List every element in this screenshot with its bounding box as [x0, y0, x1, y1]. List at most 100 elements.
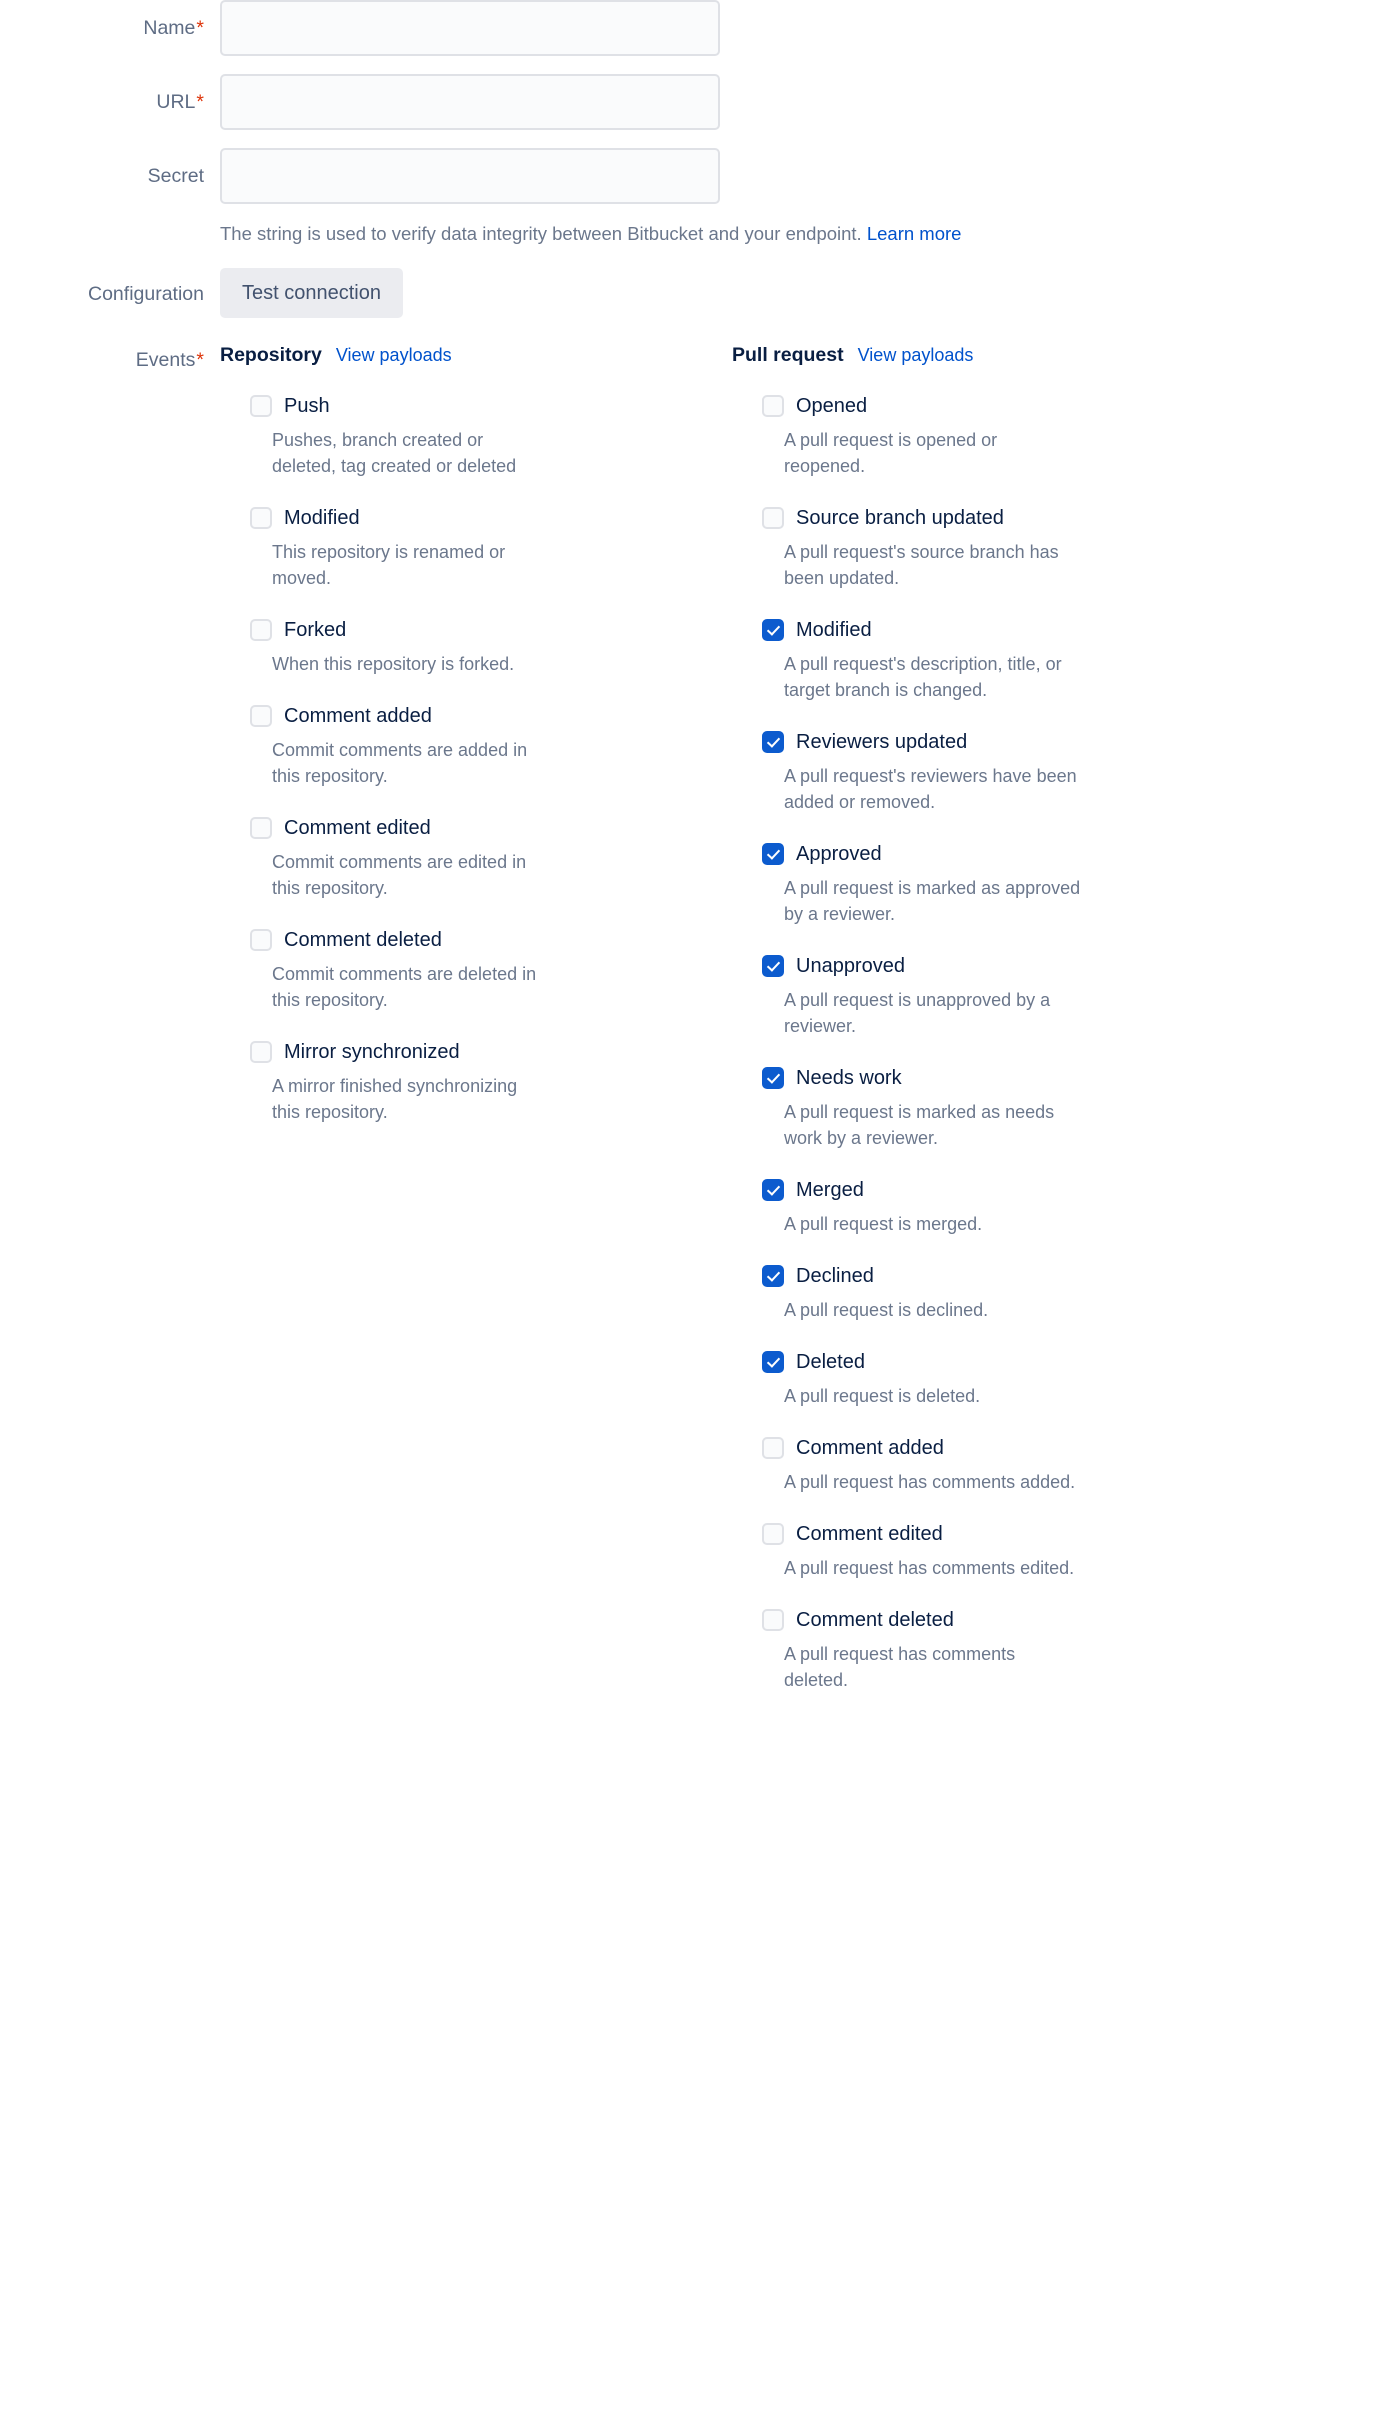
event-label[interactable]: Push: [284, 393, 330, 419]
event-item: Source branch updated A pull request's so…: [732, 505, 1252, 591]
event-checkbox-unchecked[interactable]: [250, 1041, 272, 1063]
event-label[interactable]: Comment edited: [796, 1521, 943, 1547]
event-checkbox-checked[interactable]: [762, 843, 784, 865]
events-column-header: Pull request View payloads: [732, 344, 1252, 367]
event-description: A mirror finished synchronizing this rep…: [272, 1076, 518, 1122]
event-label[interactable]: Needs work: [796, 1065, 902, 1091]
event-item-row[interactable]: Merged: [762, 1177, 1252, 1203]
event-description: A pull request is marked as needs work b…: [784, 1102, 1055, 1148]
event-item-row[interactable]: Deleted: [762, 1349, 1252, 1375]
event-description: Commit comments are added in this reposi…: [272, 740, 528, 786]
event-item-row[interactable]: Push: [250, 393, 732, 419]
event-item: Comment added Commit comments are added i…: [220, 703, 732, 789]
event-item-row[interactable]: Forked: [250, 617, 732, 643]
event-checkbox-unchecked[interactable]: [762, 395, 784, 417]
event-item: Comment deleted Commit comments are delet…: [220, 927, 732, 1013]
event-label[interactable]: Comment added: [796, 1435, 944, 1461]
event-label[interactable]: Modified: [284, 505, 360, 531]
event-checkbox-checked[interactable]: [762, 731, 784, 753]
configuration-row: Configuration Test connection: [0, 268, 1374, 318]
test-connection-button[interactable]: Test connection: [220, 268, 403, 318]
event-label[interactable]: Unapproved: [796, 953, 905, 979]
view-payloads-link[interactable]: View payloads: [858, 345, 974, 366]
event-checkbox-unchecked[interactable]: [762, 1437, 784, 1459]
event-item: Approved A pull request is marked as appr…: [732, 841, 1252, 927]
event-label[interactable]: Mirror synchronized: [284, 1039, 460, 1065]
event-label[interactable]: Comment deleted: [284, 927, 442, 953]
event-item-row[interactable]: Needs work: [762, 1065, 1252, 1091]
event-item-row[interactable]: Comment deleted: [762, 1607, 1252, 1633]
event-label[interactable]: Source branch updated: [796, 505, 1004, 531]
event-item: Comment added A pull request has comments…: [732, 1435, 1252, 1495]
event-description: A pull request is merged.: [784, 1214, 983, 1234]
event-checkbox-unchecked[interactable]: [762, 1523, 784, 1545]
event-item-row[interactable]: Mirror synchronized: [250, 1039, 732, 1065]
event-item-row[interactable]: Reviewers updated: [762, 729, 1252, 755]
event-checkbox-checked[interactable]: [762, 1351, 784, 1373]
event-checkbox-checked[interactable]: [762, 1179, 784, 1201]
event-label[interactable]: Modified: [796, 617, 872, 643]
event-item-row[interactable]: Unapproved: [762, 953, 1252, 979]
event-item: Unapproved A pull request is unapproved b…: [732, 953, 1252, 1039]
name-input[interactable]: [220, 0, 720, 56]
event-label[interactable]: Approved: [796, 841, 882, 867]
events-column-pull-request: Pull request View payloads Opened A pull re…: [732, 344, 1252, 1719]
event-item-row[interactable]: Approved: [762, 841, 1252, 867]
event-label[interactable]: Opened: [796, 393, 867, 419]
event-label[interactable]: Deleted: [796, 1349, 865, 1375]
event-label[interactable]: Merged: [796, 1177, 864, 1203]
events-required-asterisk: *: [196, 349, 204, 371]
event-checkbox-checked[interactable]: [762, 1067, 784, 1089]
url-input[interactable]: [220, 74, 720, 130]
event-item: Forked When this repository is forked.: [220, 617, 732, 677]
secret-input[interactable]: [220, 148, 720, 204]
event-description: Commit comments are edited in this repos…: [272, 852, 527, 898]
event-checkbox-unchecked[interactable]: [250, 507, 272, 529]
event-item: Mirror synchronized A mirror finished syn…: [220, 1039, 732, 1125]
event-description: When this repository is forked.: [272, 654, 515, 674]
event-item-row[interactable]: Source branch updated: [762, 505, 1252, 531]
event-item: Needs work A pull request is marked as ne…: [732, 1065, 1252, 1151]
event-item-row[interactable]: Comment added: [250, 703, 732, 729]
secret-helper-text: The string is used to verify data integr…: [220, 222, 961, 246]
event-item: Modified A pull request's description, ti…: [732, 617, 1252, 703]
fields-container: Name* URL* Secret: [0, 0, 1374, 204]
event-checkbox-unchecked[interactable]: [250, 929, 272, 951]
event-description: A pull request is opened or reopened.: [784, 430, 998, 476]
event-item-row[interactable]: Declined: [762, 1263, 1252, 1289]
view-payloads-link[interactable]: View payloads: [336, 345, 452, 366]
event-item-row[interactable]: Comment added: [762, 1435, 1252, 1461]
event-description: A pull request is deleted.: [784, 1386, 981, 1406]
field-label-text: Name: [143, 17, 196, 39]
secret-helper-row: The string is used to verify data integr…: [0, 222, 1374, 246]
event-item-row[interactable]: Comment edited: [250, 815, 732, 841]
helper-spacer: [0, 222, 220, 246]
event-checkbox-checked[interactable]: [762, 1265, 784, 1287]
event-label[interactable]: Comment added: [284, 703, 432, 729]
event-checkbox-unchecked[interactable]: [762, 507, 784, 529]
event-checkbox-checked[interactable]: [762, 619, 784, 641]
event-checkbox-unchecked[interactable]: [250, 817, 272, 839]
event-item-row[interactable]: Opened: [762, 393, 1252, 419]
event-checkbox-unchecked[interactable]: [762, 1609, 784, 1631]
events-column-repository: Repository View payloads Push Pushes, branc…: [220, 344, 732, 1719]
event-label[interactable]: Comment deleted: [796, 1607, 954, 1633]
learn-more-link[interactable]: Learn more: [867, 223, 962, 244]
event-item-row[interactable]: Comment edited: [762, 1521, 1252, 1547]
event-checkbox-unchecked[interactable]: [250, 705, 272, 727]
event-description: Commit comments are deleted in this repo…: [272, 964, 537, 1010]
event-item: Comment edited Commit comments are edited…: [220, 815, 732, 901]
event-description: A pull request is unapproved by a review…: [784, 990, 1051, 1036]
event-label[interactable]: Forked: [284, 617, 346, 643]
event-checkbox-checked[interactable]: [762, 955, 784, 977]
event-item-row[interactable]: Modified: [250, 505, 732, 531]
event-label[interactable]: Reviewers updated: [796, 729, 967, 755]
event-item-row[interactable]: Modified: [762, 617, 1252, 643]
event-checkbox-unchecked[interactable]: [250, 395, 272, 417]
event-label[interactable]: Declined: [796, 1263, 874, 1289]
event-checkbox-unchecked[interactable]: [250, 619, 272, 641]
event-description: A pull request's reviewers have been add…: [784, 766, 1077, 812]
event-item-row[interactable]: Comment deleted: [250, 927, 732, 953]
event-label[interactable]: Comment edited: [284, 815, 431, 841]
event-description: This repository is renamed or moved.: [272, 542, 506, 588]
